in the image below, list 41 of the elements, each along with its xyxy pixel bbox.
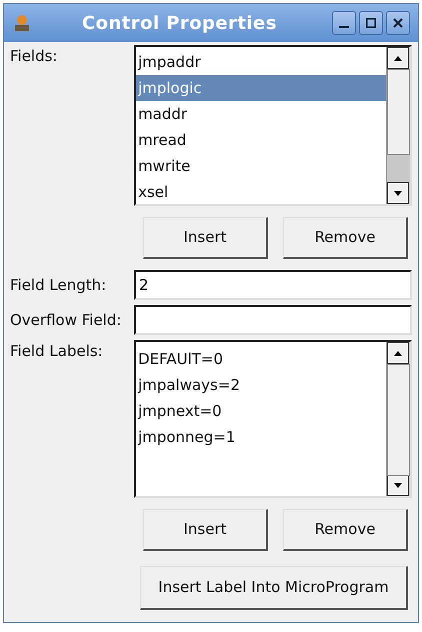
minimize-button[interactable] xyxy=(332,11,356,35)
maximize-icon xyxy=(366,18,376,28)
input-field[interactable] xyxy=(134,305,412,335)
field-label: Field Length: xyxy=(10,274,108,296)
input-field[interactable]: 2 xyxy=(134,270,412,300)
close-button[interactable] xyxy=(386,11,410,35)
button[interactable]: Remove xyxy=(283,509,408,551)
scrollbar[interactable] xyxy=(386,47,410,204)
scroll-down-button[interactable] xyxy=(387,474,409,496)
button[interactable]: Insert xyxy=(143,509,268,551)
maximize-button[interactable] xyxy=(359,11,383,35)
window-title: Control Properties xyxy=(82,12,277,36)
scroll-up-button[interactable] xyxy=(387,342,409,364)
field-label: Field Labels: xyxy=(10,341,104,362)
button[interactable]: Insert Label Into MicroProgram xyxy=(140,566,408,610)
button[interactable]: Insert xyxy=(143,217,268,259)
list-item[interactable]: xsel xyxy=(136,179,386,205)
list-item[interactable]: maddr xyxy=(136,101,386,127)
list-item[interactable]: jmpnext=0 xyxy=(136,398,386,424)
down-arrow-icon xyxy=(394,190,402,196)
scroll-down-button[interactable] xyxy=(387,182,409,204)
scrollbar[interactable] xyxy=(386,342,410,496)
list-item[interactable]: jmpalways=2 xyxy=(136,372,386,398)
button[interactable]: Remove xyxy=(283,217,408,259)
scroll-up-button[interactable] xyxy=(387,47,409,69)
list-item[interactable]: jmpaddr xyxy=(136,49,386,75)
list-item[interactable]: mwrite xyxy=(136,153,386,179)
up-arrow-icon xyxy=(394,350,402,356)
app-icon xyxy=(12,13,32,33)
close-icon xyxy=(393,18,403,28)
up-arrow-icon xyxy=(394,56,402,60)
list-item[interactable]: DEFAUlT=0 xyxy=(136,346,386,372)
scrollbar-thumb[interactable] xyxy=(387,69,410,155)
field-label: Overflow Field: xyxy=(10,310,122,331)
field-label: Fields: xyxy=(10,46,58,67)
minimize-icon xyxy=(339,26,349,28)
list-item[interactable]: mread xyxy=(136,127,386,153)
down-arrow-icon xyxy=(394,482,402,488)
list-item[interactable]: jmponneg=1 xyxy=(136,424,386,450)
scrollbar-thumb[interactable] xyxy=(387,364,410,476)
list-item[interactable]: jmplogic xyxy=(136,75,386,101)
